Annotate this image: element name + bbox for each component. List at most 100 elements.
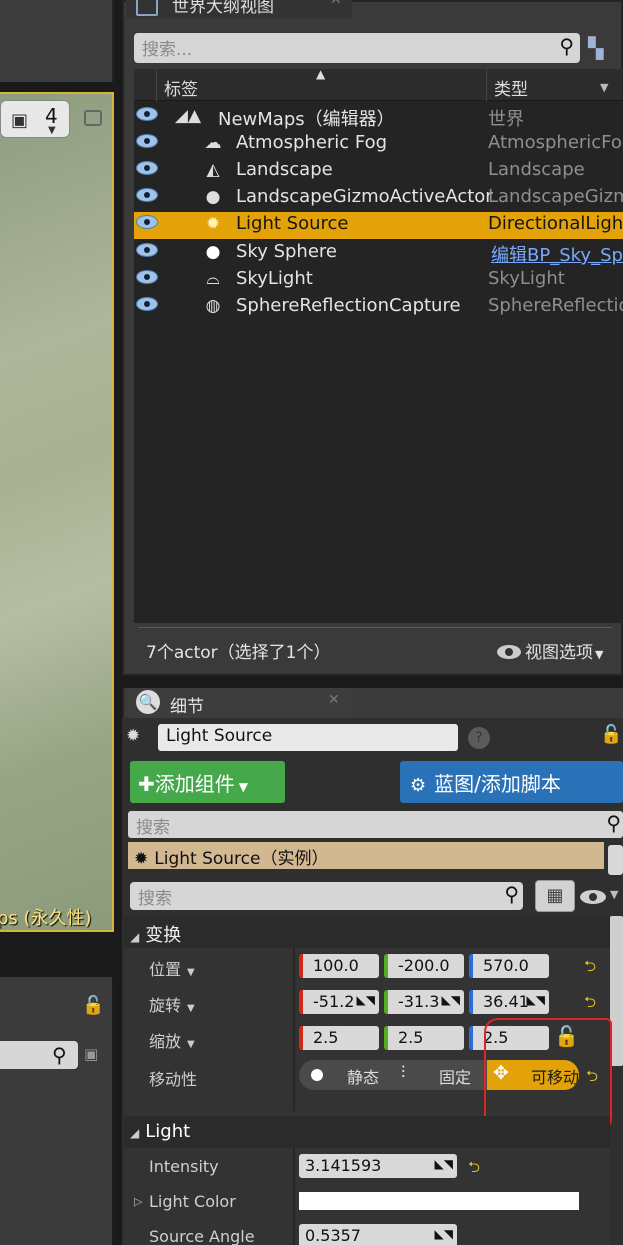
help-icon[interactable]: ? <box>468 727 490 749</box>
scale-label[interactable]: 缩放 ▼ <box>149 1028 195 1052</box>
reset-to-default-icon[interactable]: ⮌ <box>584 956 596 981</box>
close-icon[interactable]: ✕ <box>330 0 342 8</box>
table-row[interactable]: ◍ SphereReflectionCapture SphereReflecti… <box>134 294 623 321</box>
table-row[interactable]: ◢▲ NewMaps（编辑器） 世界 <box>134 104 623 131</box>
footer-divider <box>138 627 612 628</box>
category-title: 变换 <box>145 925 182 946</box>
camera-speed-button[interactable]: ▣ 4 ▼ <box>0 100 70 138</box>
rotation-label[interactable]: 旋转 ▼ <box>149 992 195 1016</box>
component-scrollbar[interactable] <box>608 845 623 875</box>
reset-to-default-icon[interactable]: ⮌ <box>468 1157 480 1182</box>
tab-title: 世界大纲视图 <box>172 0 274 17</box>
static-icon <box>311 1069 323 1081</box>
add-component-button[interactable]: ✚添加组件 ▼ <box>130 761 285 803</box>
sort-ascending-icon: ▲ <box>316 67 326 81</box>
mobility-static-button[interactable]: 静态 <box>299 1060 391 1090</box>
mobility-stationary-button[interactable]: ⫶ 固定 <box>393 1060 485 1090</box>
table-row-selected[interactable]: ✹ Light Source DirectionalLight <box>134 212 623 239</box>
visibility-eye-icon[interactable] <box>136 134 158 148</box>
eye-icon[interactable] <box>580 890 606 904</box>
view-options-button[interactable]: 视图选项 ▼ <box>497 638 603 663</box>
reset-to-default-icon[interactable]: ⮌ <box>584 992 596 1017</box>
spin-handle-icon[interactable]: ◣◥ <box>435 1157 453 1171</box>
visibility-eye-icon[interactable] <box>136 107 158 121</box>
chevron-down-icon: ▼ <box>187 967 195 978</box>
visibility-eye-icon[interactable] <box>136 188 158 202</box>
table-row[interactable]: ● Sky Sphere 编辑BP_Sky_Sp <box>134 240 623 267</box>
create-folder-icon[interactable]: ▚ <box>588 36 603 60</box>
spin-handle-icon[interactable]: ◣◥ <box>435 1227 453 1241</box>
maximize-viewport-icon[interactable] <box>84 110 102 126</box>
property-matrix-button[interactable]: ▦ <box>535 880 575 912</box>
category-light[interactable]: ◢ Light <box>124 1116 610 1148</box>
visibility-eye-icon[interactable] <box>136 215 158 229</box>
column-header-type[interactable]: 类型 <box>494 75 528 100</box>
actor-name-field[interactable]: Light Source <box>158 724 458 751</box>
component-instance-row[interactable]: ✹ Light Source（实例） <box>128 842 604 869</box>
gizmo-icon: ● <box>205 187 221 207</box>
lock-icon[interactable]: 🔓 <box>600 724 622 745</box>
light-icon: ✹ <box>205 214 221 234</box>
column-divider <box>156 69 157 101</box>
table-row[interactable]: ☁ Atmospheric Fog AtmosphericFog <box>134 131 623 158</box>
save-icon[interactable]: ▣ <box>84 1045 98 1063</box>
collapse-triangle-icon: ◢ <box>130 1126 140 1140</box>
visibility-eye-icon[interactable] <box>136 270 158 284</box>
blueprint-add-script-button[interactable]: ⚙ 蓝图/添加脚本 <box>400 761 623 803</box>
skylight-icon: ⌓ <box>206 269 220 289</box>
visibility-eye-icon[interactable] <box>136 297 158 311</box>
search-icon: ⚲ <box>559 34 574 58</box>
column-header-label[interactable]: 标签 <box>164 75 198 100</box>
spin-handle-icon[interactable]: ◣◥ <box>527 993 545 1007</box>
table-row[interactable]: ⌓ SkyLight SkyLight <box>134 267 623 294</box>
tab-details[interactable]: 🔍 细节 ✕ <box>128 688 352 718</box>
table-header: 标签 ▲ 类型 ▼ <box>134 67 623 101</box>
table-row[interactable]: ● LandscapeGizmoActiveActor LandscapeGiz… <box>134 185 623 212</box>
static-label: 静态 <box>347 1068 380 1087</box>
scale-x-field[interactable]: 2.5 <box>299 1026 379 1050</box>
gears-icon: ⚙ <box>410 775 427 796</box>
outliner-search-input[interactable]: 搜索... ⚲ <box>134 33 580 63</box>
visibility-eye-icon[interactable] <box>136 161 158 175</box>
spin-handle-icon[interactable]: ◣◥ <box>442 993 460 1007</box>
row-name: SkyLight <box>236 268 313 289</box>
search-placeholder: 搜索 <box>138 889 172 909</box>
source-angle-field[interactable]: 0.5357 ◣◥ <box>299 1224 457 1245</box>
visibility-eye-icon[interactable] <box>136 243 158 257</box>
column-divider[interactable] <box>293 948 295 1111</box>
scale-y-field[interactable]: 2.5 <box>384 1026 464 1050</box>
lock-icon[interactable]: 🔓 <box>82 995 104 1016</box>
expand-triangle-icon[interactable]: ▷ <box>134 1195 142 1208</box>
category-transform[interactable]: ◢ 变换 <box>124 916 610 948</box>
close-icon[interactable]: ✕ <box>328 692 340 708</box>
levels-panel: 🔓 ⚲ ▣ <box>0 977 114 1245</box>
collapse-triangle-icon: ◢ <box>130 930 140 944</box>
location-y-field[interactable]: -200.0 <box>384 954 464 978</box>
rotation-z-field[interactable]: 36.41 ◣◥ <box>469 990 549 1014</box>
edit-blueprint-link[interactable]: 编辑BP_Sky_Sp <box>491 241 623 267</box>
rotation-y-value: -31.3 <box>398 992 440 1011</box>
search-placeholder: 搜索... <box>142 40 193 60</box>
camera-icon: ▣ <box>11 110 29 131</box>
intensity-field[interactable]: 3.141593 ◣◥ <box>299 1154 457 1178</box>
level-viewport[interactable]: ▣ 4 ▼ <box>0 92 114 932</box>
rotation-y-field[interactable]: -31.3 ◣◥ <box>384 990 464 1014</box>
levels-search-input[interactable]: ⚲ <box>0 1041 78 1069</box>
rotation-x-field[interactable]: -51.2 ◣◥ <box>299 990 379 1014</box>
property-search-input[interactable]: 搜索 ⚲ <box>130 882 523 910</box>
location-x-field[interactable]: 100.0 <box>299 954 379 978</box>
scale-text: 缩放 <box>149 1032 182 1051</box>
light-color-swatch[interactable] <box>299 1192 579 1210</box>
chevron-down-icon[interactable]: ▼ <box>610 888 618 901</box>
tab-world-outliner[interactable]: 世界大纲视图 ✕ <box>126 0 352 18</box>
location-z-field[interactable]: 570.0 <box>469 954 549 978</box>
sphere-icon: ● <box>205 242 221 262</box>
chevron-down-icon[interactable]: ▼ <box>600 81 608 94</box>
column-divider[interactable] <box>293 1148 295 1245</box>
table-row[interactable]: ◭ Landscape Landscape <box>134 158 623 185</box>
tab-title: 细节 <box>170 697 204 717</box>
component-search-input[interactable]: 搜索 ⚲ <box>128 811 623 838</box>
location-label[interactable]: 位置 ▼ <box>149 956 195 980</box>
spin-handle-icon[interactable]: ◣◥ <box>357 993 375 1007</box>
category-title: Light <box>145 1121 191 1142</box>
